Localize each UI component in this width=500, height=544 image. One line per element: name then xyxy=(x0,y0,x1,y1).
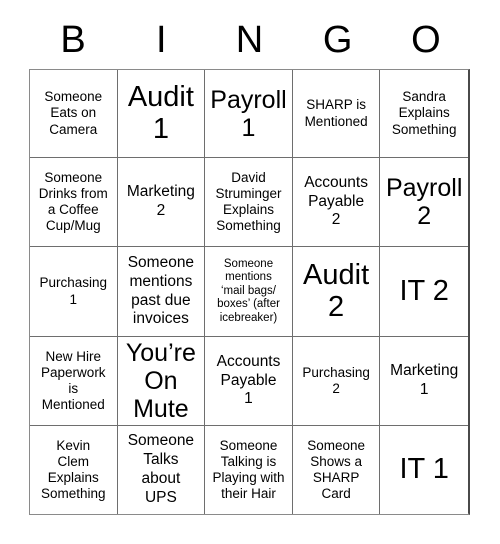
bingo-cell[interactable]: Someone Shows a SHARP Card xyxy=(292,426,381,514)
bingo-cell[interactable]: New Hire Paperwork is Mentioned xyxy=(30,337,118,426)
bingo-cell[interactable]: Someone Talks about UPS xyxy=(117,426,206,514)
bingo-cell[interactable]: Marketing 2 xyxy=(117,158,206,247)
bingo-cell-label: Someone Talking is Playing with their Ha… xyxy=(212,437,285,502)
bingo-cell[interactable]: Payroll 2 xyxy=(380,158,468,247)
bingo-cell-label: Accounts Payable 1 xyxy=(216,352,281,408)
bingo-cell-label: Audit 1 xyxy=(127,80,194,145)
bingo-cell-label: You’re On Mute xyxy=(125,339,196,423)
bingo-cell-label: IT 2 xyxy=(399,274,449,307)
bingo-grid: Someone Eats on Camera Audit 1 Payroll 1… xyxy=(29,69,470,515)
bingo-cell[interactable]: Someone Talking is Playing with their Ha… xyxy=(205,426,293,514)
bingo-cell-label: Payroll 2 xyxy=(385,174,463,230)
bingo-cell-label: Someone Talks about UPS xyxy=(127,432,195,506)
bingo-cell-label: Purchasing 2 xyxy=(302,364,370,396)
bingo-cell[interactable]: SHARP is Mentioned xyxy=(292,70,381,158)
bingo-cell[interactable]: Someone mentions ‘mail bags/ boxes’ (aft… xyxy=(205,247,293,337)
bingo-cell-label: Payroll 1 xyxy=(210,85,287,142)
bingo-cell[interactable]: Someone mentions past due invoices xyxy=(117,247,206,337)
bingo-cell-label: Someone Drinks from a Coffee Cup/Mug xyxy=(38,169,108,234)
bingo-cell[interactable]: Sandra Explains Something xyxy=(380,70,468,158)
bingo-cell-label: Sandra Explains Something xyxy=(391,89,457,137)
bingo-cell[interactable]: You’re On Mute xyxy=(117,337,206,426)
bingo-cell-label: New Hire Paperwork is Mentioned xyxy=(41,348,106,413)
bingo-cell-label: Kevin Clem Explains Something xyxy=(41,437,106,502)
bingo-cell-label: David Struminger Explains Something xyxy=(215,169,282,234)
bingo-cell-label: IT 1 xyxy=(399,453,449,486)
bingo-cell-label: Someone Shows a SHARP Card xyxy=(307,437,365,502)
bingo-header-letter-i: I xyxy=(156,19,167,61)
bingo-cell[interactable]: IT 2 xyxy=(380,247,468,337)
bingo-cell[interactable]: Payroll 1 xyxy=(205,70,293,158)
bingo-header-letter-o: O xyxy=(411,19,441,61)
bingo-cell[interactable]: Audit 1 xyxy=(117,70,206,158)
bingo-cell[interactable]: Marketing 1 xyxy=(380,337,468,426)
bingo-cell[interactable]: Someone Eats on Camera xyxy=(30,70,118,158)
bingo-cell-label: Someone mentions ‘mail bags/ boxes’ (aft… xyxy=(217,257,280,324)
bingo-cell[interactable]: Accounts Payable 1 xyxy=(205,337,293,426)
bingo-header-letter-n: N xyxy=(235,19,264,61)
bingo-cell-label: Marketing 2 xyxy=(126,183,195,219)
bingo-cell-label: Someone Eats on Camera xyxy=(44,89,103,137)
bingo-cell-label: Audit 2 xyxy=(303,258,370,323)
bingo-card: B I N G O Someone Eats on Camera Audit 1… xyxy=(0,0,500,544)
bingo-cell-label: SHARP is Mentioned xyxy=(304,97,368,129)
bingo-cell-label: Someone mentions past due invoices xyxy=(127,253,195,328)
bingo-cell-label: Purchasing 1 xyxy=(39,275,108,307)
bingo-cell-label: Accounts Payable 2 xyxy=(304,173,368,229)
bingo-cell[interactable]: David Struminger Explains Something xyxy=(205,158,293,247)
bingo-header-letter-g: G xyxy=(322,19,353,61)
bingo-cell[interactable]: IT 1 xyxy=(380,426,468,514)
bingo-cell[interactable]: Someone Drinks from a Coffee Cup/Mug xyxy=(30,158,118,247)
bingo-cell[interactable]: Accounts Payable 2 xyxy=(292,158,381,247)
bingo-header-row: B I N G O xyxy=(29,14,470,66)
bingo-cell[interactable]: Audit 2 xyxy=(292,247,381,337)
bingo-header-letter-b: B xyxy=(60,19,86,61)
bingo-cell-label: Marketing 1 xyxy=(390,362,459,398)
bingo-cell[interactable]: Kevin Clem Explains Something xyxy=(30,426,118,514)
bingo-cell[interactable]: Purchasing 1 xyxy=(30,247,118,337)
bingo-cell[interactable]: Purchasing 2 xyxy=(292,337,381,426)
